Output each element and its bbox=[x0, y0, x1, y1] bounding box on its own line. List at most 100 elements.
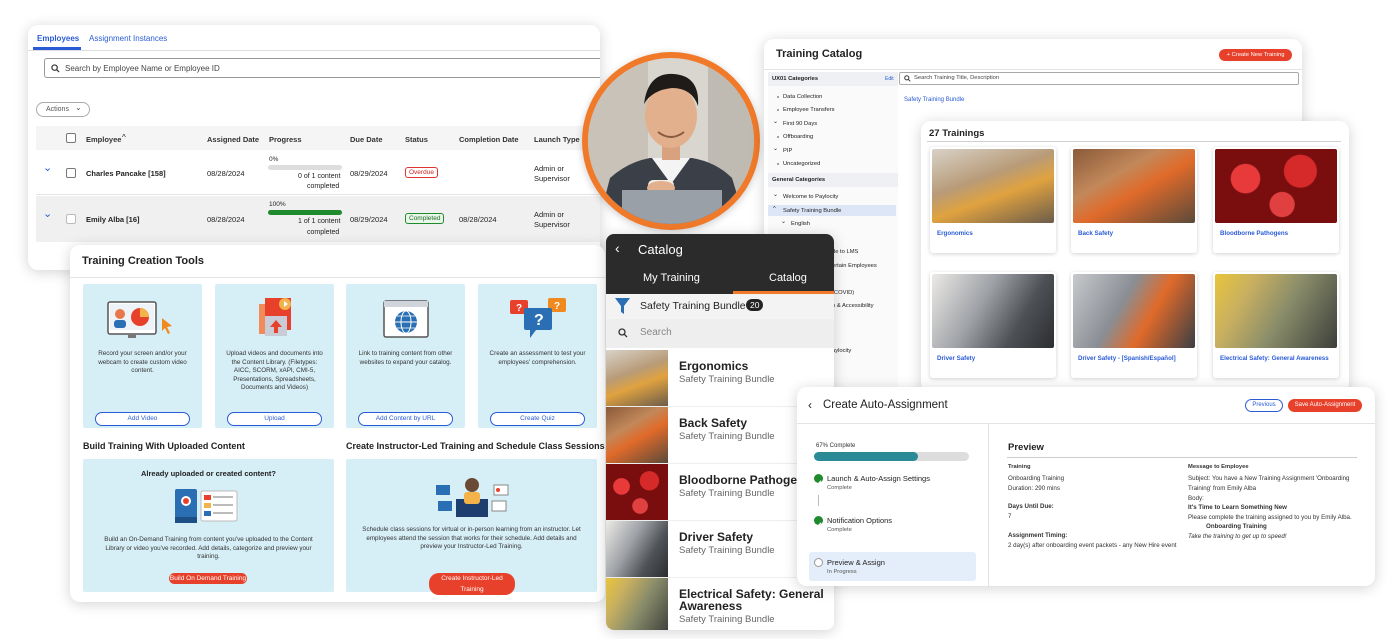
general-categories-label: General Categories bbox=[772, 177, 826, 183]
tab-employees[interactable]: Employees bbox=[37, 34, 79, 43]
create-instructor-led-training-button[interactable]: Create Instructor-Led Training bbox=[429, 573, 515, 595]
list-item-title: Bloodborne Pathogens bbox=[679, 473, 811, 487]
expand-chevron-icon[interactable]: ⌄ bbox=[43, 207, 52, 220]
add-video-button[interactable]: Add Video bbox=[95, 412, 190, 426]
category-item[interactable]: Offboarding bbox=[783, 134, 813, 140]
training-card-driver-safety[interactable]: Driver Safety bbox=[930, 272, 1056, 378]
category-item[interactable]: Safety Training Bundle bbox=[783, 208, 841, 214]
auto-assignment-panel: ‹ Create Auto-Assignment Previous Save A… bbox=[797, 387, 1375, 586]
chevron-down-icon[interactable]: ⌄ bbox=[781, 219, 786, 225]
back-safety-thumbnail bbox=[606, 407, 668, 463]
bullet-icon bbox=[777, 136, 779, 138]
search-icon bbox=[904, 75, 911, 82]
category-item[interactable]: Uncategorized bbox=[783, 161, 820, 167]
step-title[interactable]: Notification Options bbox=[827, 516, 892, 525]
category-item[interactable]: Employee Transfers bbox=[783, 107, 835, 113]
select-all-checkbox[interactable] bbox=[66, 133, 76, 143]
build-on-demand-tile: Already uploaded or created content? Bui… bbox=[83, 459, 334, 592]
due-date: 08/29/2024 bbox=[350, 169, 388, 178]
chevron-down-icon[interactable]: ⌄ bbox=[773, 119, 778, 125]
divider bbox=[70, 277, 605, 278]
category-item[interactable]: First 90 Days bbox=[783, 121, 817, 127]
check-circle-icon bbox=[814, 474, 823, 486]
assigned-date: 08/28/2024 bbox=[207, 215, 245, 224]
tab-assignment-instances[interactable]: Assignment Instances bbox=[89, 34, 167, 43]
chevron-down-icon[interactable]: ⌄ bbox=[773, 192, 778, 198]
list-item[interactable]: Electrical Safety: General Awareness Saf… bbox=[606, 578, 834, 630]
col-employee[interactable]: Employee bbox=[86, 135, 121, 144]
employee-name[interactable]: Charles Pancake [158] bbox=[86, 169, 166, 178]
table-row[interactable]: ⌄ Emily Alba [16] 08/28/2024 100% 1 of 1… bbox=[36, 196, 600, 242]
step-status: Complete bbox=[827, 485, 852, 491]
actions-button[interactable]: Actions ⌄ bbox=[36, 102, 90, 117]
training-card-title: Driver Safety bbox=[937, 355, 976, 362]
tile-description: Upload videos and documents into the Con… bbox=[226, 350, 323, 391]
employee-name[interactable]: Emily Alba [16] bbox=[86, 215, 140, 224]
filter-bar[interactable]: Safety Training Bundle 20 bbox=[606, 294, 834, 319]
training-card-back-safety[interactable]: Back Safety bbox=[1071, 147, 1197, 253]
chevron-up-icon[interactable]: ^ bbox=[773, 206, 776, 212]
expand-chevron-icon[interactable]: ⌄ bbox=[43, 161, 52, 174]
category-item[interactable]: Data Collection bbox=[783, 94, 822, 100]
tile-description: Record your screen and/or your webcam to… bbox=[98, 350, 187, 374]
col-progress: Progress bbox=[269, 135, 302, 144]
build-on-demand-training-button[interactable]: Build On Demand Training bbox=[169, 573, 247, 584]
category-item[interactable]: n & Accessibility bbox=[832, 303, 874, 309]
category-item[interactable]: English bbox=[791, 221, 810, 227]
message-body-heading: It's Time to Learn Something New bbox=[1188, 504, 1287, 511]
list-item-title: Back Safety bbox=[679, 416, 748, 430]
add-content-by-url-button[interactable]: Add Content by URL bbox=[358, 412, 453, 426]
training-card-ergonomics[interactable]: Ergonomics bbox=[930, 147, 1056, 253]
save-auto-assignment-button[interactable]: Save Auto-Assignment bbox=[1288, 399, 1362, 412]
training-card-electrical-safety[interactable]: Electrical Safety: General Awareness bbox=[1213, 272, 1339, 378]
message-subject: Subject: You have a New Training Assignm… bbox=[1188, 475, 1350, 492]
edit-link[interactable]: Edit bbox=[885, 76, 894, 82]
svg-text:?: ? bbox=[534, 312, 544, 329]
svg-text:?: ? bbox=[554, 301, 560, 312]
back-arrow-icon[interactable]: ‹ bbox=[615, 240, 620, 256]
category-item[interactable]: Welcome to Paylocity bbox=[783, 194, 838, 200]
previous-button[interactable]: Previous bbox=[1245, 399, 1283, 412]
upload-button[interactable]: Upload bbox=[227, 412, 322, 426]
divider bbox=[797, 423, 1375, 424]
progress-content: 0 of 1 content bbox=[298, 173, 341, 180]
catalog-search-input[interactable]: Search Training Title, Description bbox=[899, 72, 1299, 85]
create-quiz-button[interactable]: Create Quiz bbox=[490, 412, 585, 426]
auto-title: Create Auto-Assignment bbox=[823, 399, 948, 411]
col-status: Status bbox=[405, 135, 428, 144]
launch-type-1: Admin or bbox=[534, 210, 565, 219]
quiz-bubbles-icon: ? ? ? bbox=[510, 298, 566, 338]
tab-catalog[interactable]: Catalog bbox=[769, 272, 807, 284]
employee-search-input[interactable]: Search by Employee Name or Employee ID bbox=[44, 58, 600, 78]
back-chevron-icon[interactable]: ‹ bbox=[808, 398, 812, 412]
chevron-down-icon: ⌄ bbox=[75, 103, 82, 112]
training-card-bloodborne[interactable]: Bloodborne Pathogens bbox=[1213, 147, 1339, 253]
list-item-subtitle: Safety Training Bundle bbox=[679, 545, 775, 556]
training-creation-tools-panel: Training Creation Tools Record your scre… bbox=[70, 245, 605, 602]
row-checkbox[interactable] bbox=[66, 214, 76, 224]
ergonomics-image bbox=[932, 149, 1054, 223]
category-item[interactable]: aylocity bbox=[832, 348, 851, 354]
breadcrumb[interactable]: Safety Training Bundle bbox=[904, 97, 964, 103]
screen-recording-icon bbox=[107, 301, 172, 338]
category-item[interactable]: ertain Employees bbox=[832, 263, 877, 269]
step-title[interactable]: Preview & Assign bbox=[827, 558, 885, 567]
vertical-divider bbox=[988, 424, 989, 586]
employee-tabs: Employees Assignment Instances bbox=[28, 25, 600, 51]
category-item[interactable]: PIP bbox=[783, 148, 792, 154]
step-title[interactable]: Launch & Auto-Assign Settings bbox=[827, 474, 930, 483]
training-card-driver-safety-spanish[interactable]: Driver Safety - [Spanish/Español] bbox=[1071, 272, 1197, 378]
instructor-session-icon bbox=[436, 478, 509, 517]
category-item[interactable]: de to LMS bbox=[832, 249, 858, 255]
tab-my-training[interactable]: My Training bbox=[643, 272, 700, 284]
category-item[interactable]: (COVID) bbox=[832, 290, 854, 296]
person-illustration bbox=[588, 58, 754, 224]
create-new-training-button[interactable]: + Create New Training bbox=[1219, 49, 1292, 61]
row-checkbox[interactable] bbox=[66, 168, 76, 178]
mobile-search-input[interactable]: Search bbox=[606, 319, 834, 348]
section-ilt-title: Create Instructor-Led Training and Sched… bbox=[346, 441, 605, 451]
chevron-down-icon[interactable]: ⌄ bbox=[773, 146, 778, 152]
launch-type-2: Supervisor bbox=[534, 174, 570, 183]
person-photo bbox=[582, 52, 760, 230]
table-row[interactable]: ⌄ Charles Pancake [158] 08/28/2024 0% 0 … bbox=[36, 151, 600, 195]
